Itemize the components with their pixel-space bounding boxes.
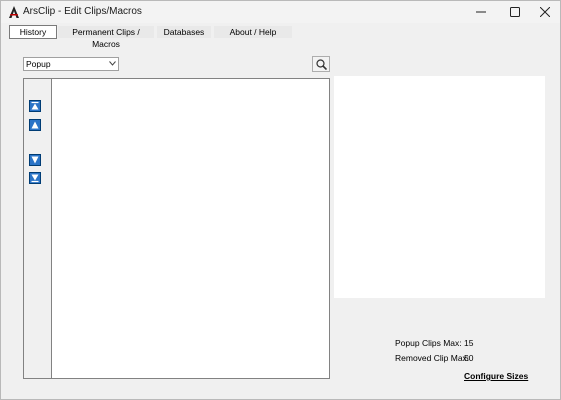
tab-label: History [19, 27, 47, 37]
title-bar[interactable]: ArsClip - Edit Clips/Macros [1, 1, 560, 23]
minimize-icon [476, 11, 486, 13]
move-to-top-button[interactable] [29, 100, 41, 112]
tab-databases[interactable]: Databases [157, 26, 211, 38]
search-button[interactable] [312, 56, 330, 72]
move-to-top-icon [31, 101, 39, 110]
move-to-bottom-icon [31, 174, 39, 183]
removed-clip-max-label: Removed Clip Max: [395, 353, 470, 363]
clip-type-dropdown[interactable]: Popup [23, 57, 119, 71]
window-title: ArsClip - Edit Clips/Macros [23, 6, 142, 17]
clip-preview-panel[interactable] [334, 76, 545, 298]
close-icon [540, 7, 550, 17]
tab-label: Permanent Clips / Macros [72, 27, 140, 49]
dropdown-value: Popup [26, 59, 51, 69]
arsclip-logo-icon [9, 6, 19, 18]
search-icon [315, 58, 327, 70]
clip-list[interactable] [23, 78, 330, 379]
popup-clips-max-value: 15 [464, 338, 474, 348]
tab-about-help[interactable]: About / Help [214, 26, 292, 38]
maximize-button[interactable] [499, 1, 531, 23]
popup-clips-max-label: Popup Clips Max: [395, 338, 462, 348]
move-down-button[interactable] [29, 154, 41, 166]
close-button[interactable] [529, 1, 561, 23]
maximize-icon [510, 7, 520, 17]
tab-bar: History Permanent Clips / Macros Databas… [1, 25, 560, 49]
tab-permanent-clips[interactable]: Permanent Clips / Macros [58, 26, 154, 49]
minimize-button[interactable] [465, 1, 497, 23]
move-to-bottom-button[interactable] [29, 172, 41, 184]
move-down-icon [31, 156, 39, 164]
removed-clip-max-value: 50 [464, 353, 474, 363]
tab-history[interactable]: History [9, 25, 57, 39]
move-up-icon [31, 121, 39, 129]
app-window: ArsClip - Edit Clips/Macros History Perm… [0, 0, 561, 400]
tab-label: About / Help [229, 27, 277, 37]
tab-label: Databases [163, 27, 205, 37]
move-up-button[interactable] [29, 119, 41, 131]
configure-sizes-link[interactable]: Configure Sizes [464, 371, 528, 381]
chevron-down-icon [109, 61, 116, 66]
